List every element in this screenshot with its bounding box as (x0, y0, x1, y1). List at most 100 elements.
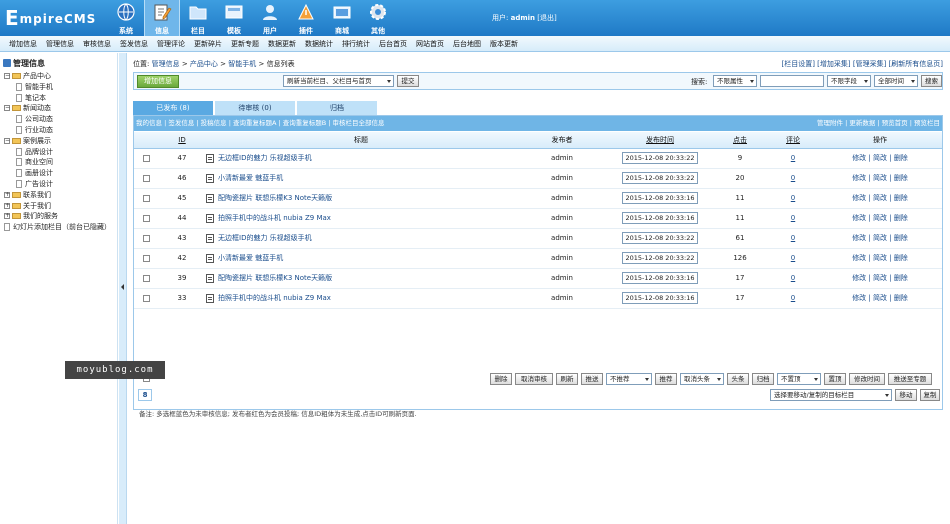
sidebar-toggle[interactable] (119, 53, 127, 524)
subnav-item[interactable]: 签发信息 (120, 39, 148, 49)
row-time[interactable]: 2015-12-08 20:33:16 (622, 212, 698, 224)
attribute-select[interactable]: 不限属性 (713, 75, 757, 87)
row-comments[interactable]: 0 (768, 288, 818, 309)
sidebar-item[interactable]: 商业空间 (16, 157, 53, 167)
edit-link[interactable]: 修改 (852, 294, 866, 302)
delete-link[interactable]: 删除 (894, 274, 908, 282)
row-time[interactable]: 2015-12-08 20:33:22 (622, 152, 698, 164)
subnav-item[interactable]: 更新专题 (231, 39, 259, 49)
row-checkbox[interactable] (142, 294, 150, 302)
breadcrumb-item[interactable]: 智能手机 (228, 60, 256, 68)
edit-link[interactable]: 修改 (852, 234, 866, 242)
quick-edit-link[interactable]: 简改 (873, 254, 887, 262)
delete-link[interactable]: 删除 (894, 294, 908, 302)
topnav-folder[interactable]: 栏目 (180, 0, 216, 36)
tab-0[interactable]: 已发布 (8) (133, 101, 213, 115)
tree-root[interactable]: 管理信息 (3, 58, 45, 69)
subnav-item[interactable]: 数据更新 (268, 39, 296, 49)
sidebar-item[interactable]: 广告设计 (16, 179, 53, 189)
row-id[interactable]: 44 (158, 208, 206, 229)
row-title[interactable]: 小清新最爱 魅蓝手机 (218, 254, 283, 262)
move-button[interactable]: 移动 (895, 389, 917, 401)
row-id[interactable]: 42 (158, 248, 206, 269)
tab-1[interactable]: 待审核 (0) (215, 101, 295, 115)
row-time[interactable]: 2015-12-08 20:33:22 (622, 252, 698, 264)
subnav-item[interactable]: 数据统计 (305, 39, 333, 49)
edit-link[interactable]: 修改 (852, 254, 866, 262)
subnav-item[interactable]: 更新碎片 (194, 39, 222, 49)
subnav-item[interactable]: 管理评论 (157, 39, 185, 49)
delete-link[interactable]: 删除 (894, 214, 908, 222)
action-9[interactable]: 不置顶 (777, 373, 821, 385)
action-6[interactable]: 取消头条 (680, 373, 724, 385)
collapse-icon[interactable]: − (4, 73, 10, 79)
row-checkbox[interactable] (142, 274, 150, 282)
action-8[interactable]: 归档 (752, 373, 774, 385)
sidebar-item[interactable]: + 关于我们 (4, 201, 51, 211)
row-checkbox[interactable] (142, 214, 150, 222)
subnav-item[interactable]: 后台地图 (453, 39, 481, 49)
field-select[interactable]: 不限字段 (827, 75, 871, 87)
sidebar-item[interactable]: 画册设计 (16, 168, 53, 178)
action-12[interactable]: 推送至专题 (888, 373, 932, 385)
row-id[interactable]: 43 (158, 228, 206, 249)
subnav-item[interactable]: 后台首页 (379, 39, 407, 49)
edit-link[interactable]: 修改 (852, 154, 866, 162)
subnav-item[interactable]: 审核信息 (83, 39, 111, 49)
row-title[interactable]: 小清新最爱 魅蓝手机 (218, 174, 283, 182)
row-title[interactable]: 拍照手机中的战斗机 nubia Z9 Max (218, 214, 331, 222)
tab-2[interactable]: 归档 (297, 101, 377, 115)
row-id[interactable]: 47 (158, 148, 206, 169)
row-checkbox[interactable] (142, 254, 150, 262)
quick-edit-link[interactable]: 简改 (873, 194, 887, 202)
topnav-gear[interactable]: 其他 (360, 0, 396, 36)
row-checkbox[interactable] (142, 234, 150, 242)
subnav-item[interactable]: 版本更新 (490, 39, 518, 49)
topnav-plugin[interactable]: 插件 (288, 0, 324, 36)
topnav-globe[interactable]: 系统 (108, 0, 144, 36)
breadcrumb-item[interactable]: 产品中心 (190, 60, 218, 68)
refresh-select[interactable]: 刷新当前栏目、父栏目与首页 (283, 75, 394, 87)
sidebar-item[interactable]: − 新闻动态 (4, 103, 51, 113)
quick-edit-link[interactable]: 简改 (873, 294, 887, 302)
row-checkbox[interactable] (142, 154, 150, 162)
logout-link[interactable]: [退出] (537, 14, 556, 22)
action-11[interactable]: 修改时间 (849, 373, 885, 385)
quick-edit-link[interactable]: 简改 (873, 214, 887, 222)
row-comments[interactable]: 0 (768, 268, 818, 289)
filter-links-right[interactable]: 管理附件 | 更新数据 | 预览首页 | 预览栏目 (817, 116, 940, 131)
row-comments[interactable]: 0 (768, 188, 818, 209)
collapse-icon[interactable]: − (4, 105, 10, 112)
delete-link[interactable]: 删除 (894, 254, 908, 262)
sidebar-item[interactable]: − 案例展示 (4, 136, 51, 146)
delete-link[interactable]: 删除 (894, 194, 908, 202)
sidebar-item[interactable]: 公司动态 (16, 114, 53, 124)
edit-link[interactable]: 修改 (852, 174, 866, 182)
row-id[interactable]: 45 (158, 188, 206, 209)
search-button[interactable]: 搜索 (921, 75, 942, 87)
top-links[interactable]: [栏目设置] [增加采集] [管理采集] [刷新所有信息页] (781, 59, 943, 69)
move-target-select[interactable]: 选择要移动/复制的目标栏目 (770, 389, 892, 401)
comments-header[interactable]: 评论 (768, 132, 818, 149)
action-2[interactable]: 刷新 (556, 373, 578, 385)
row-checkbox[interactable] (142, 194, 150, 202)
edit-link[interactable]: 修改 (852, 214, 866, 222)
quick-edit-link[interactable]: 简改 (873, 174, 887, 182)
edit-link[interactable]: 修改 (852, 194, 866, 202)
sidebar-item[interactable]: 智能手机 (16, 82, 53, 92)
clicks-header[interactable]: 点击 (712, 132, 768, 149)
topnav-edit[interactable]: 信息 (144, 0, 180, 36)
row-id[interactable]: 39 (158, 268, 206, 289)
expand-icon[interactable]: + (4, 213, 10, 220)
row-time[interactable]: 2015-12-08 20:33:16 (622, 192, 698, 204)
action-4[interactable]: 不推荐 (606, 373, 652, 385)
row-checkbox[interactable] (142, 174, 150, 182)
row-comments[interactable]: 0 (768, 208, 818, 229)
subnav-item[interactable]: 排行统计 (342, 39, 370, 49)
row-time[interactable]: 2015-12-08 20:33:16 (622, 272, 698, 284)
subnav-item[interactable]: 管理信息 (46, 39, 74, 49)
breadcrumb-item[interactable]: 管理信息 (152, 60, 180, 68)
action-7[interactable]: 头条 (727, 373, 749, 385)
row-comments[interactable]: 0 (768, 148, 818, 169)
row-title[interactable]: 无边框ID的魅力 乐视超级手机 (218, 154, 312, 162)
